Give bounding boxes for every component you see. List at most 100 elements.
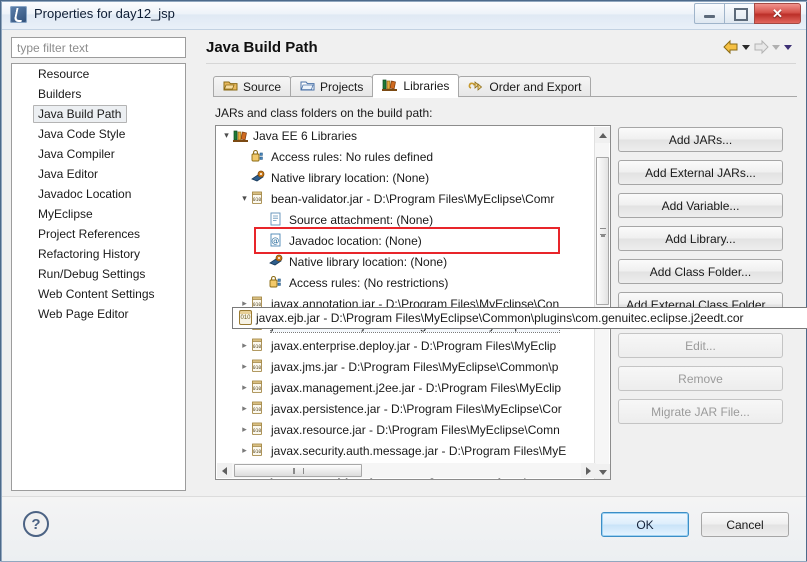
sidebar-item-java-editor[interactable]: Java Editor — [12, 164, 185, 184]
sidebar-item-java-code-style[interactable]: Java Code Style — [12, 124, 185, 144]
svg-text:010: 010 — [253, 386, 262, 392]
scroll-right-icon[interactable] — [581, 463, 596, 478]
help-icon[interactable]: ? — [23, 511, 49, 537]
tree-row[interactable]: Native library location: (None) — [216, 168, 596, 189]
sidebar-item-resource[interactable]: Resource — [12, 64, 185, 84]
sidebar-item-java-compiler[interactable]: Java Compiler — [12, 144, 185, 164]
vertical-scroll-thumb[interactable] — [596, 157, 609, 305]
twisty-collapsed-icon[interactable]: ▸ — [238, 336, 251, 356]
tree-row[interactable]: Native library location: (None) — [216, 252, 596, 273]
twisty-collapsed-icon[interactable]: ▸ — [238, 399, 251, 419]
add-variable-button[interactable]: Add Variable... — [618, 193, 783, 218]
eclipse-icon — [10, 6, 27, 23]
tree-row[interactable]: ▾ 010 bean-validator.jar - D:\Program File… — [216, 189, 596, 210]
svg-text:010: 010 — [253, 428, 262, 434]
order-export-icon — [468, 79, 484, 95]
sidebar-item-label: Project References — [38, 227, 141, 241]
native-library-icon — [251, 170, 267, 185]
scroll-down-icon[interactable] — [595, 464, 610, 479]
sidebar-item-label: Refactoring History — [38, 247, 141, 261]
tab-source[interactable]: Source — [213, 76, 292, 97]
tab-order-and-export-label: Order and Export — [489, 80, 582, 94]
sidebar-item-web-page-editor[interactable]: Web Page Editor — [12, 304, 185, 324]
tree-row-label: bean-validator.jar - D:\Program Files\My… — [271, 192, 555, 206]
tree-row[interactable]: ▸ 010 javax.management.j2ee.jar - D:\Progr… — [216, 378, 596, 399]
twisty-collapsed-icon[interactable]: ▸ — [238, 420, 251, 440]
scroll-left-icon[interactable] — [217, 463, 232, 478]
sidebar-item-refactoring-history[interactable]: Refactoring History — [12, 244, 185, 264]
sidebar-item-builders[interactable]: Builders — [12, 84, 185, 104]
scroll-up-icon[interactable] — [595, 127, 610, 143]
tree-row[interactable]: ▸ 010 javax.resource.jar - D:\Program File… — [216, 420, 596, 441]
jar-icon: 010 — [251, 422, 267, 437]
sidebar-item-myeclipse[interactable]: MyEclipse — [12, 204, 185, 224]
tree-horizontal-scrollbar[interactable] — [217, 463, 596, 478]
sidebar-item-label: Java Code Style — [38, 127, 126, 141]
tree-row[interactable]: Access rules: (No restrictions) — [216, 273, 596, 294]
minimize-button[interactable] — [694, 3, 725, 24]
tree-row-label: javax.jms.jar - D:\Program Files\MyEclip… — [271, 360, 559, 374]
libraries-books-icon — [233, 128, 249, 143]
svg-text:010: 010 — [253, 365, 262, 371]
sidebar-item-project-references[interactable]: Project References — [12, 224, 185, 244]
forward-dropdown-icon — [770, 40, 782, 54]
cancel-button[interactable]: Cancel — [701, 512, 789, 537]
dialog-title: Properties for day12_jsp — [34, 6, 175, 21]
twisty-collapsed-icon[interactable]: ▸ — [238, 357, 251, 377]
tree-row-label: javax.management.j2ee.jar - D:\Program F… — [271, 381, 562, 395]
tree-row[interactable]: ▸ 010 javax.security.auth.message.jar - D:… — [216, 441, 596, 462]
jar-path-tooltip: 010 javax.ejb.jar - D:\Program Files\MyEc… — [232, 307, 807, 329]
jar-icon: 010 — [251, 443, 267, 458]
page-nav-controls — [722, 39, 794, 55]
add-class-folder-button[interactable]: Add Class Folder... — [618, 259, 783, 284]
twisty-collapsed-icon[interactable]: ▸ — [238, 378, 251, 398]
twisty-expanded-icon[interactable]: ▾ — [238, 189, 251, 209]
tree-row[interactable]: ▾ Java EE 6 Libraries — [216, 126, 596, 147]
tree-row[interactable]: ▸ 010 javax.persistence.jar - D:\Program F… — [216, 399, 596, 420]
ok-button[interactable]: OK — [601, 512, 689, 537]
native-library-icon — [269, 254, 285, 269]
section-label: JARs and class folders on the build path… — [215, 106, 433, 120]
sidebar-item-javadoc-location[interactable]: Javadoc Location — [12, 184, 185, 204]
page-title: Java Build Path — [206, 39, 318, 56]
back-dropdown-icon[interactable] — [740, 40, 752, 54]
sidebar-item-web-content-settings[interactable]: Web Content Settings — [12, 284, 185, 304]
tree-row[interactable]: ▸ 010 javax.enterprise.deploy.jar - D:\Pro… — [216, 336, 596, 357]
add-jars-button[interactable]: Add JARs... — [618, 127, 783, 152]
build-path-tree[interactable]: ▾ Java EE 6 Libraries Access rules: No rul… — [215, 125, 611, 480]
twisty-collapsed-icon[interactable]: ▸ — [238, 441, 251, 461]
tree-row[interactable]: Access rules: No rules defined — [216, 147, 596, 168]
horizontal-scroll-thumb[interactable] — [234, 464, 362, 477]
restore-button[interactable] — [724, 3, 755, 24]
settings-nav-tree[interactable]: Resource Builders Java Build Path Java Code… — [11, 63, 186, 491]
tree-row-label: Native library location: (None) — [271, 171, 430, 185]
sidebar-item-label: Java Editor — [38, 167, 99, 181]
sidebar-item-label: Javadoc Location — [38, 187, 132, 201]
tree-row[interactable]: ▸ 010 javax.jms.jar - D:\Program Files\MyE… — [216, 357, 596, 378]
tab-libraries[interactable]: Libraries — [372, 74, 460, 98]
sidebar-item-label: Java Compiler — [38, 147, 115, 161]
tab-order-and-export[interactable]: Order and Export — [458, 76, 592, 97]
tree-vertical-scrollbar[interactable] — [594, 127, 610, 479]
twisty-expanded-icon[interactable]: ▾ — [220, 126, 233, 146]
tree-row[interactable]: Source attachment: (None) — [216, 210, 596, 231]
tab-projects[interactable]: Projects — [290, 76, 374, 97]
tooltip-text: javax.ejb.jar - D:\Program Files\MyEclip… — [256, 311, 744, 325]
sidebar-item-label: Builders — [38, 87, 82, 101]
sidebar-item-label: Resource — [38, 67, 90, 81]
add-library-button[interactable]: Add Library... — [618, 226, 783, 251]
back-arrow-icon[interactable] — [722, 39, 740, 55]
tree-row-label: javax.enterprise.deploy.jar - D:\Program… — [271, 339, 557, 353]
close-button[interactable]: ✕ — [754, 3, 801, 24]
page-menu-icon[interactable] — [782, 40, 794, 54]
sidebar-item-run-debug-settings[interactable]: Run/Debug Settings — [12, 264, 185, 284]
tree-row[interactable]: @ Javadoc location: (None) — [216, 231, 596, 252]
libraries-books-icon — [382, 78, 398, 94]
add-external-jars-button[interactable]: Add External JARs... — [618, 160, 783, 185]
sidebar-item-java-build-path[interactable]: Java Build Path — [12, 104, 185, 124]
sidebar-item-label: Java Build Path — [33, 105, 128, 123]
filter-input[interactable]: type filter text — [11, 37, 186, 58]
dialog-titlebar[interactable]: Properties for day12_jsp ✕ — [1, 1, 806, 30]
page-title-rule — [206, 63, 796, 64]
close-icon: ✕ — [772, 6, 783, 21]
